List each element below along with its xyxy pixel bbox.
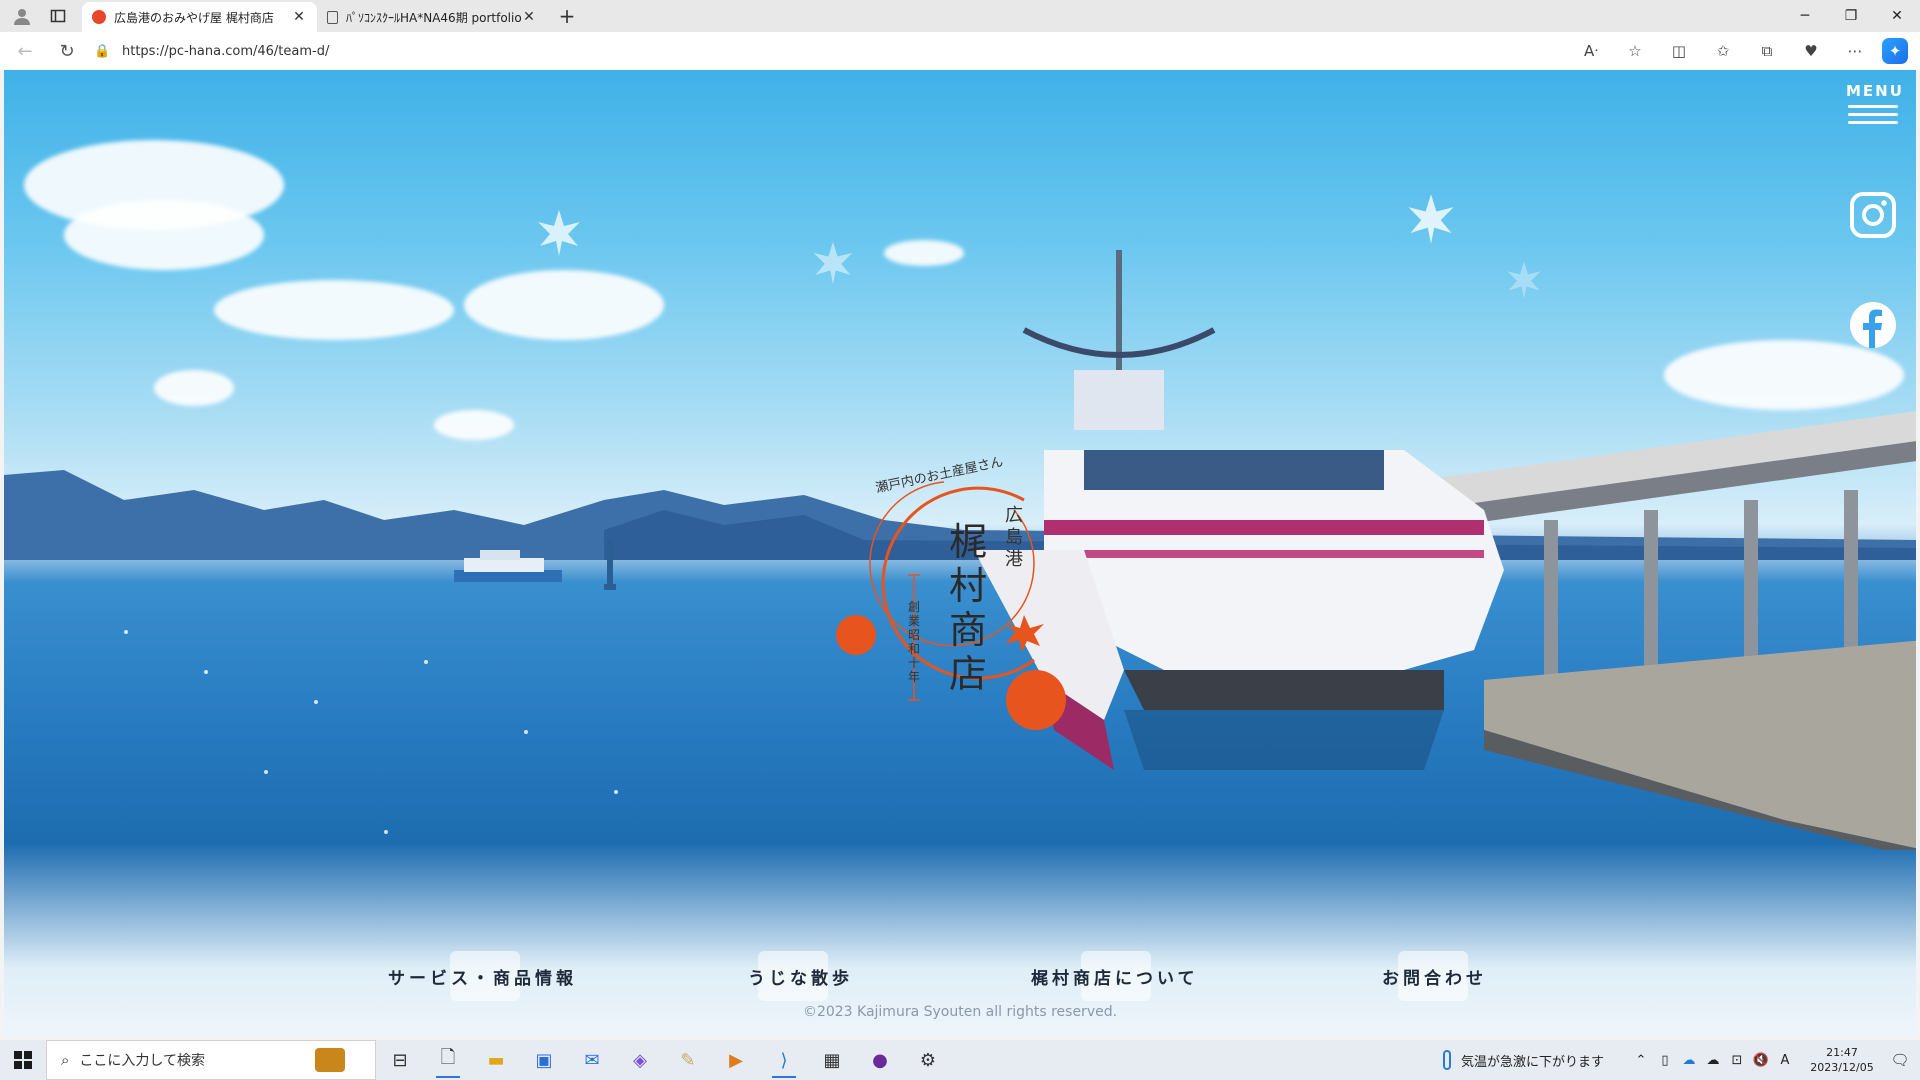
onedrive-icon[interactable]: ☁ xyxy=(1678,1053,1700,1068)
tab-title: 広島港のおみやげ屋 梶村商店 xyxy=(114,10,274,25)
lighthouse-image xyxy=(604,540,616,590)
cloud xyxy=(154,370,234,406)
cloud xyxy=(214,280,454,340)
menu-button[interactable]: MENU xyxy=(1846,82,1904,129)
nav-services[interactable]: サービス・商品情報 xyxy=(388,946,577,1006)
thermometer-icon xyxy=(1442,1050,1451,1070)
cloud xyxy=(464,270,664,340)
system-tray: 気温が急激に下がります ⌃ ▯ ☁ ☁ ⊡ 🔇 A 21:47 2023/12/… xyxy=(1442,1040,1920,1080)
split-screen-icon[interactable]: ◫ xyxy=(1662,36,1696,66)
maple-leaf-icon xyxy=(538,210,580,256)
nav-about[interactable]: 梶村商店について xyxy=(1031,946,1199,1006)
clock-time: 21:47 xyxy=(1826,1046,1858,1059)
search-placeholder: ここに入力して検索 xyxy=(79,1053,205,1069)
more-icon[interactable]: ⋯ xyxy=(1838,36,1872,66)
close-tab-icon[interactable]: ✕ xyxy=(521,9,537,25)
site-logo[interactable]: 瀬戸内のお土産屋さん 梶村商店 広島港 創業昭和十年 xyxy=(824,400,1104,760)
calculator-icon[interactable]: ▦ xyxy=(808,1040,856,1080)
logo-founded: 創業昭和十年 xyxy=(907,600,920,684)
tab-title: ﾊﾟｿｺﾝｽｸｰﾙHA*NA46期 portfolio! xyxy=(346,10,521,25)
settings-icon[interactable]: ⚙ xyxy=(904,1040,952,1080)
minimize-icon[interactable]: ─ xyxy=(1782,0,1828,32)
tab-actions-icon[interactable] xyxy=(44,2,72,30)
logo-shop-name: 梶村商店 xyxy=(948,520,987,696)
cloud-icon[interactable]: ☁ xyxy=(1702,1053,1724,1068)
media-player-icon[interactable]: ▶ xyxy=(712,1040,760,1080)
ime-indicator[interactable]: A xyxy=(1774,1053,1796,1068)
browser-window: 広島港のおみやげ屋 梶村商店 ✕ ﾊﾟｿｺﾝｽｸｰﾙHA*NA46期 portf… xyxy=(0,0,1920,1080)
nav-label: サービス・商品情報 xyxy=(388,968,577,989)
file-explorer-icon[interactable]: ▬ xyxy=(472,1040,520,1080)
refresh-button[interactable]: ↻ xyxy=(50,34,84,68)
window-controls: ─ ❐ ✕ xyxy=(1782,0,1920,32)
tab-bar: 広島港のおみやげ屋 梶村商店 ✕ ﾊﾟｿｺﾝｽｸｰﾙHA*NA46期 portf… xyxy=(0,0,1920,32)
lock-icon[interactable]: 🔒 xyxy=(94,44,114,59)
restore-icon[interactable]: ❐ xyxy=(1828,0,1874,32)
profile-icon[interactable] xyxy=(8,2,36,30)
facebook-icon[interactable] xyxy=(1848,300,1898,350)
extensions-icon[interactable]: ♥ xyxy=(1794,36,1828,66)
document-favicon-icon xyxy=(327,10,338,24)
nav-ujina-walk[interactable]: うじな散歩 xyxy=(748,946,853,1006)
maple-favicon-icon xyxy=(92,10,106,24)
briefcase-icon xyxy=(315,1048,345,1072)
close-window-icon[interactable]: ✕ xyxy=(1874,0,1920,32)
footer-navigation: サービス・商品情報 うじな散歩 梶村商店について お問合わせ xyxy=(4,946,1916,1006)
instagram-icon[interactable] xyxy=(1848,190,1898,240)
paint-icon[interactable]: ✎ xyxy=(664,1040,712,1080)
url-text: https://pc-hana.com/46/team-d/ xyxy=(122,43,330,59)
ferry-image xyxy=(454,550,562,582)
weather-text: 気温が急激に下がります xyxy=(1460,1054,1604,1070)
search-icon: ⌕ xyxy=(61,1051,70,1069)
clock[interactable]: 21:47 2023/12/05 xyxy=(1804,1045,1880,1075)
task-view-icon[interactable]: ⊟ xyxy=(376,1040,424,1080)
weather-widget[interactable]: 気温が急激に下がります xyxy=(1442,1050,1604,1070)
github-icon[interactable]: ● xyxy=(856,1040,904,1080)
notepad-icon[interactable]: 🗋 xyxy=(424,1040,472,1080)
mail-icon[interactable]: ✉ xyxy=(568,1040,616,1080)
notification-icon[interactable]: 🗨 xyxy=(1880,1051,1920,1069)
volume-muted-icon[interactable]: 🔇 xyxy=(1750,1053,1772,1068)
tab-kajimura[interactable]: 広島港のおみやげ屋 梶村商店 ✕ xyxy=(82,2,317,32)
cloud xyxy=(64,200,264,270)
favorites-icon[interactable]: ✩ xyxy=(1706,36,1740,66)
favorite-star-icon[interactable]: ☆ xyxy=(1618,36,1652,66)
vscode-icon[interactable]: ⟩ xyxy=(760,1040,808,1080)
nav-label: 梶村商店について xyxy=(1031,968,1199,989)
maple-leaf-icon xyxy=(1408,194,1454,244)
taskbar: ⌕ ここに入力して検索 ⊟ 🗋 ▬ ▣ ✉ ◈ ✎ ▶ ⟩ ▦ ● ⚙ 気温が急… xyxy=(0,1040,1920,1080)
logo-place: 広島港 xyxy=(1005,505,1023,570)
copilot-app-icon[interactable]: ◈ xyxy=(616,1040,664,1080)
store-icon[interactable]: ▣ xyxy=(520,1040,568,1080)
copilot-icon[interactable]: ✦ xyxy=(1882,38,1908,64)
hero-section: 瀬戸内のお土産屋さん 梶村商店 広島港 創業昭和十年 MENU サービス・商品情… xyxy=(4,70,1916,1036)
menu-label: MENU xyxy=(1846,82,1904,100)
back-button[interactable]: ← xyxy=(8,34,42,68)
chevron-up-icon[interactable]: ⌃ xyxy=(1630,1053,1652,1068)
address-bar: ← ↻ 🔒 https://pc-hana.com/46/team-d/ Aᐧ … xyxy=(0,32,1920,70)
read-aloud-icon[interactable]: Aᐧ xyxy=(1574,36,1608,66)
collections-icon[interactable]: ⧉ xyxy=(1750,36,1784,66)
copyright: ©2023 Kajimura Syouten all rights reserv… xyxy=(802,1004,1118,1020)
cloud xyxy=(434,410,514,440)
nav-contact[interactable]: お問合わせ xyxy=(1382,946,1487,1006)
tab-portfolio[interactable]: ﾊﾟｿｺﾝｽｸｰﾙHA*NA46期 portfolio! ✕ xyxy=(317,2,547,32)
close-tab-icon[interactable]: ✕ xyxy=(291,9,307,25)
clock-date: 2023/12/05 xyxy=(1810,1061,1874,1074)
browser-toolbar: Aᐧ ☆ ◫ ✩ ⧉ ♥ ⋯ ✦ xyxy=(1574,36,1908,66)
usb-icon[interactable]: ▯ xyxy=(1654,1053,1676,1068)
taskbar-search[interactable]: ⌕ ここに入力して検索 xyxy=(46,1040,376,1080)
nav-label: お問合わせ xyxy=(1382,968,1487,989)
url-field[interactable]: 🔒 https://pc-hana.com/46/team-d/ xyxy=(94,36,1514,66)
windows-start-icon[interactable] xyxy=(0,1040,46,1080)
nav-label: うじな散歩 xyxy=(748,968,853,989)
new-tab-button[interactable]: + xyxy=(553,2,581,30)
network-icon[interactable]: ⊡ xyxy=(1726,1053,1748,1068)
